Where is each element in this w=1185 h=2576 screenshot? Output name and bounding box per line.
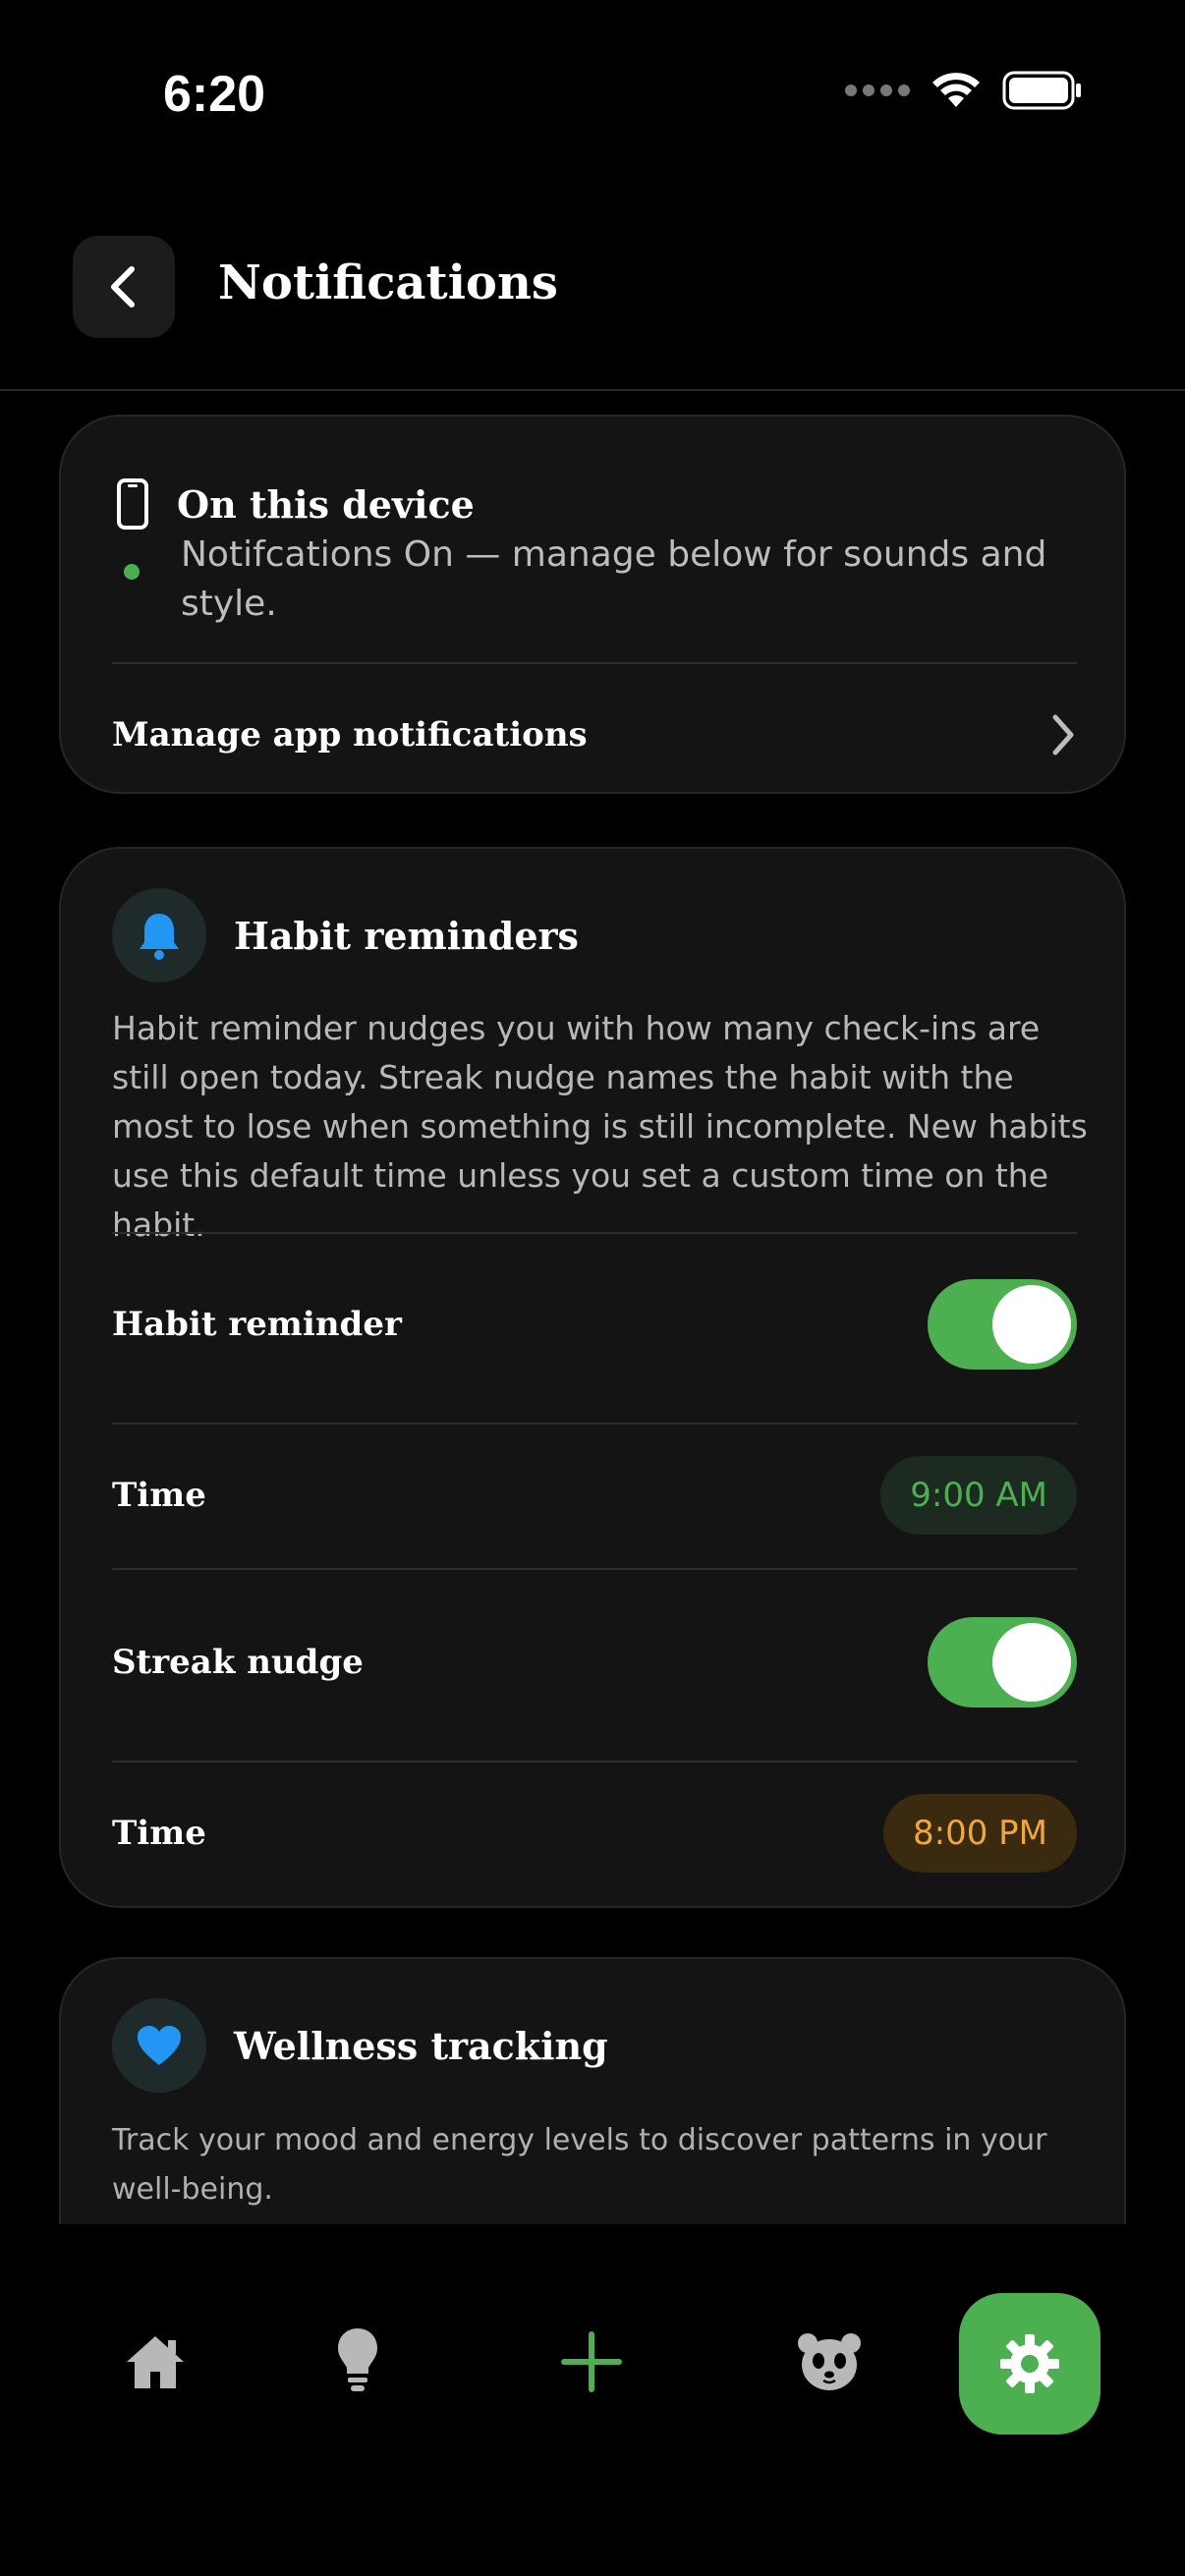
streak-nudge-row: Streak nudge: [112, 1617, 1077, 1708]
manage-app-notifications-label: Manage app notifications: [112, 715, 588, 755]
device-status: Notifcations On — manage below for sound…: [124, 531, 1067, 629]
toggle-knob: [992, 1623, 1071, 1702]
nav-add[interactable]: [552, 2323, 631, 2401]
toggle-knob: [992, 1285, 1071, 1364]
streak-nudge-label: Streak nudge: [112, 1643, 364, 1682]
habit-reminder-row: Habit reminder: [112, 1279, 1077, 1370]
nav-insights[interactable]: [318, 2319, 397, 2401]
divider: [112, 1568, 1077, 1570]
habit-reminders-description: Habit reminder nudges you with how many …: [112, 1009, 1088, 1244]
gear-icon: [1000, 2334, 1059, 2393]
habit-reminder-time-button[interactable]: 9:00 AM: [880, 1456, 1077, 1535]
habit-reminders-header: Habit reminders: [112, 888, 579, 982]
battery-icon: [1002, 71, 1081, 110]
status-bar: 6:20: [0, 0, 1185, 187]
cellular-signal-icon: [845, 84, 910, 96]
streak-nudge-toggle[interactable]: [928, 1617, 1077, 1708]
divider: [112, 1423, 1077, 1425]
page-title: Notifications: [218, 255, 558, 310]
heart-icon-badge: [112, 1998, 206, 2093]
streak-nudge-time-row: Time 8:00 PM: [112, 1794, 1077, 1873]
habit-reminder-label: Habit reminder: [112, 1305, 402, 1344]
phone-icon: [117, 478, 148, 530]
manage-app-notifications-row[interactable]: Manage app notifications: [112, 705, 1077, 764]
chevron-right-icon: [1052, 714, 1074, 756]
wifi-icon: [932, 73, 980, 107]
wellness-tracking-description: Track your mood and energy levels to dis…: [112, 2123, 1047, 2207]
panda-icon: [798, 2333, 861, 2390]
divider: [112, 662, 1077, 664]
device-card-header: On this device: [116, 477, 475, 531]
chevron-left-icon: [111, 266, 135, 308]
back-button[interactable]: [73, 236, 175, 338]
settings-scroll[interactable]: On this device Notifcations On — manage …: [0, 393, 1185, 2224]
divider: [112, 1232, 1077, 1234]
device-status-text: Notifcations On — manage below for sound…: [181, 534, 1047, 624]
wellness-tracking-card: Wellness tracking Track your mood and en…: [59, 1957, 1126, 2224]
wellness-tracking-title: Wellness tracking: [234, 2023, 608, 2068]
divider: [112, 1761, 1077, 1763]
streak-nudge-time-button[interactable]: 8:00 PM: [883, 1794, 1077, 1873]
habit-reminder-toggle[interactable]: [928, 1279, 1077, 1370]
wellness-tracking-header: Wellness tracking: [112, 1998, 608, 2093]
device-card: On this device Notifcations On — manage …: [59, 415, 1126, 794]
bell-icon-badge: [112, 888, 206, 982]
status-time: 6:20: [163, 66, 266, 123]
bottom-nav: [0, 2224, 1185, 2576]
lightbulb-icon: [338, 2328, 377, 2391]
nav-home[interactable]: [116, 2323, 195, 2401]
heart-icon: [138, 2026, 181, 2065]
status-dot: [124, 564, 140, 580]
nav-settings[interactable]: [959, 2293, 1100, 2435]
habit-reminders-title: Habit reminders: [234, 913, 579, 958]
streak-nudge-time-label: Time: [112, 1814, 206, 1853]
habit-reminder-time-label: Time: [112, 1476, 206, 1515]
status-icons: [845, 71, 1083, 110]
habit-reminders-card: Habit reminders Habit reminder nudges yo…: [59, 847, 1126, 1908]
nav-companion[interactable]: [790, 2323, 869, 2401]
header: Notifications: [0, 187, 1185, 391]
device-card-title: On this device: [177, 481, 475, 527]
habit-reminder-time-row: Time 9:00 AM: [112, 1456, 1077, 1535]
plus-icon: [561, 2331, 622, 2392]
home-icon: [127, 2336, 184, 2388]
bell-icon: [140, 914, 179, 960]
